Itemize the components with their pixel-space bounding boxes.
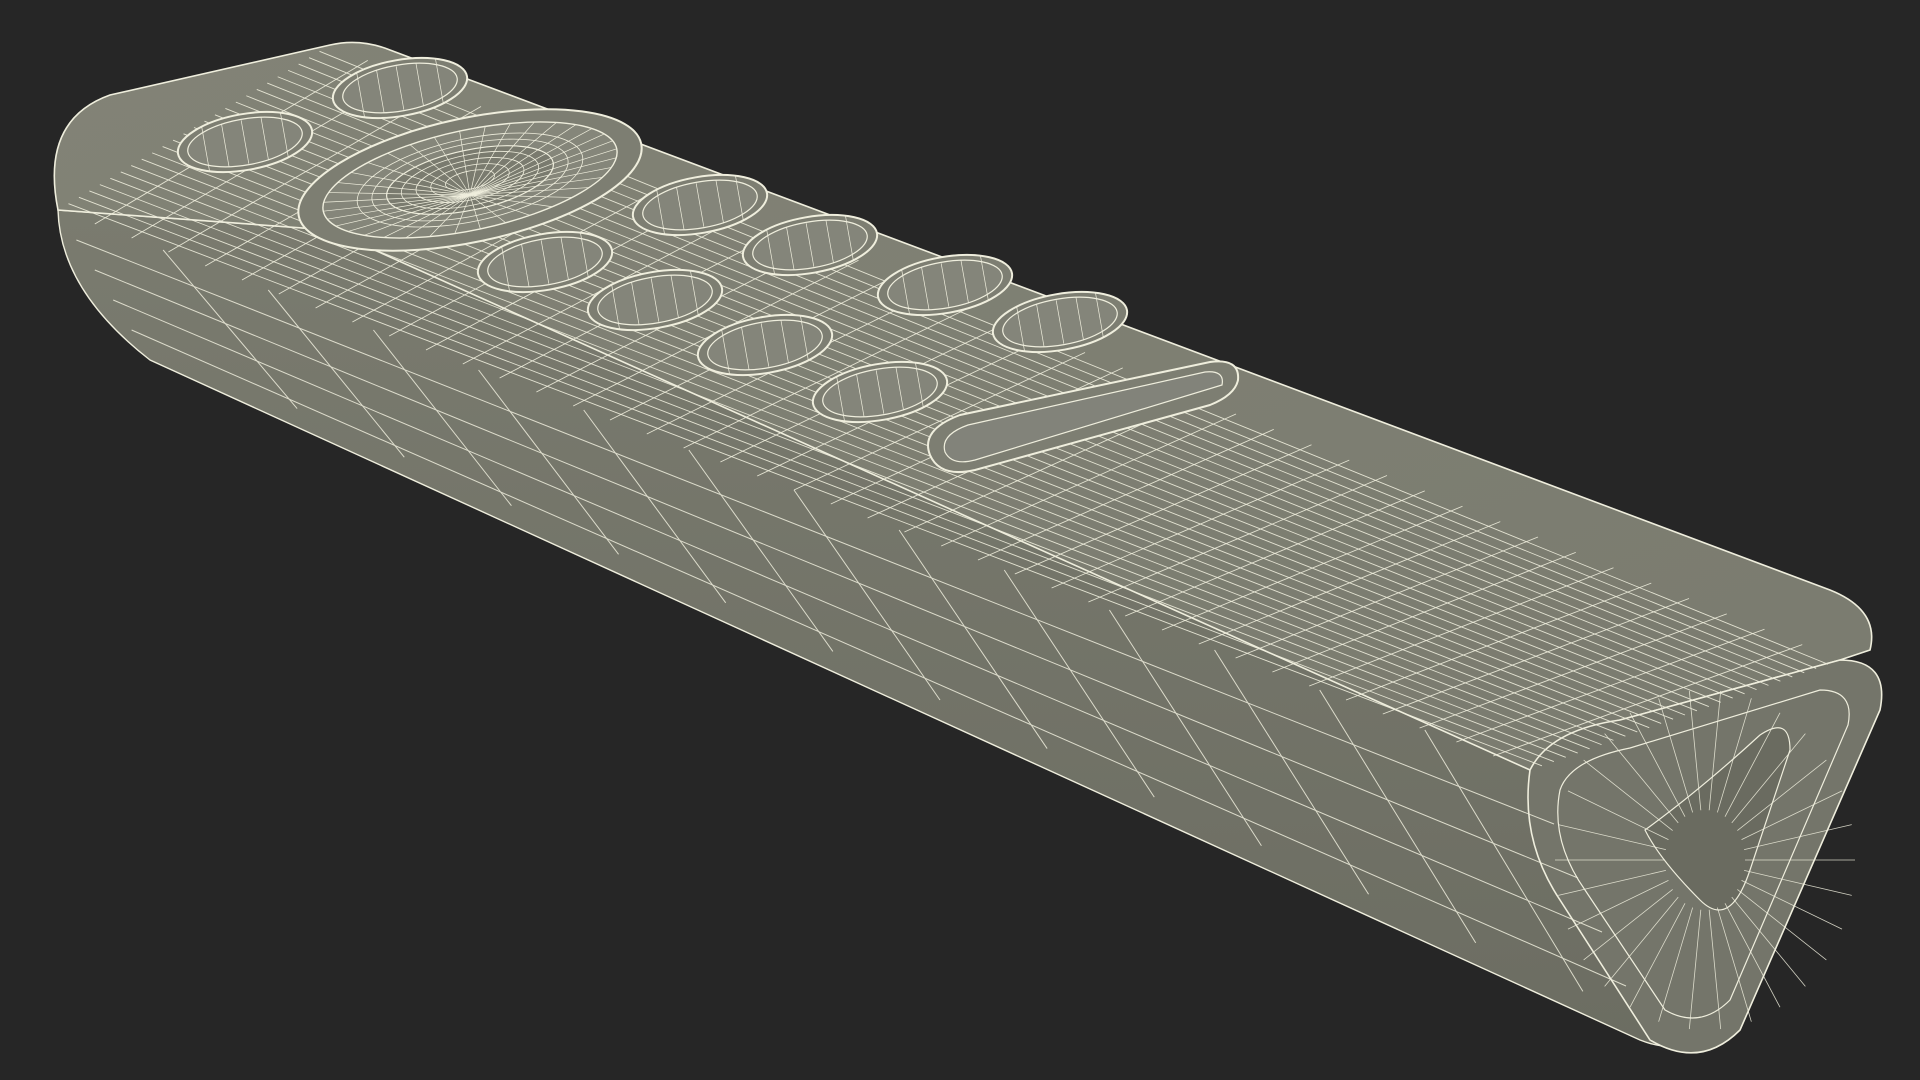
wireframe-render (53, 41, 1883, 1054)
3d-viewport (0, 0, 1920, 1080)
